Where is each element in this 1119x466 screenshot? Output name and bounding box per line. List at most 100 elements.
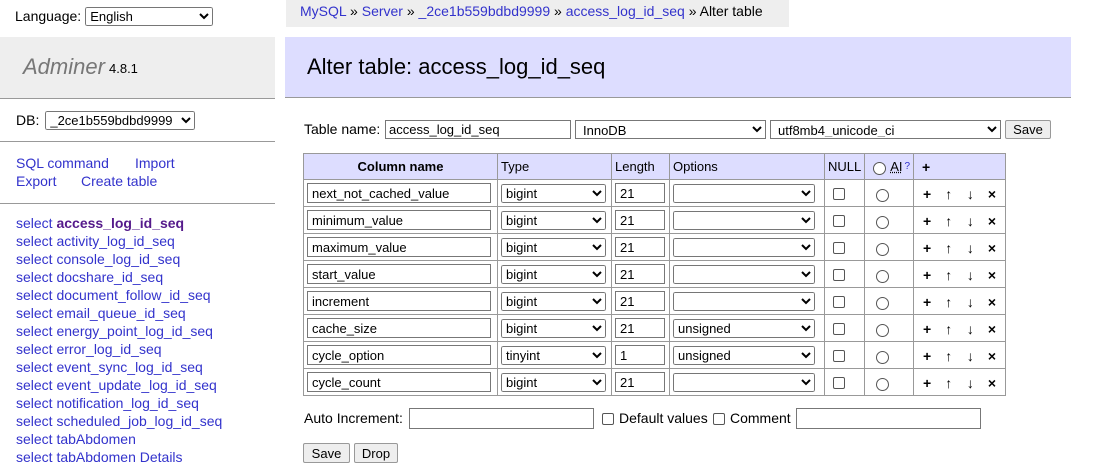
select-link[interactable]: select [16, 251, 53, 267]
table-link[interactable]: document_follow_id_seq [56, 287, 210, 303]
ai-radio[interactable] [876, 296, 890, 310]
ai-radio[interactable] [876, 188, 890, 202]
move-up-icon[interactable]: ↑ [940, 185, 958, 202]
column-length-input[interactable] [615, 318, 665, 338]
table-link[interactable]: tabAbdomen Details [56, 449, 182, 465]
table-link[interactable]: access_log_id_seq [56, 215, 184, 231]
null-checkbox[interactable] [833, 242, 845, 255]
breadcrumb-mysql[interactable]: MySQL [300, 3, 346, 19]
move-up-icon[interactable]: ↑ [940, 239, 958, 256]
move-down-icon[interactable]: ↓ [961, 347, 979, 364]
table-link[interactable]: activity_log_id_seq [56, 233, 174, 249]
create-table-link[interactable]: Create table [81, 173, 157, 189]
breadcrumb-db[interactable]: _2ce1b559bdbd9999 [419, 3, 551, 19]
column-name-input[interactable] [307, 237, 491, 257]
column-type-select[interactable]: bigint [501, 183, 606, 203]
export-link[interactable]: Export [16, 173, 56, 189]
column-type-select[interactable]: bigint [501, 291, 606, 311]
column-length-input[interactable] [615, 210, 665, 230]
table-link[interactable]: event_sync_log_id_seq [56, 359, 202, 375]
remove-row-icon[interactable]: × [983, 239, 1001, 256]
table-link[interactable]: event_update_log_id_seq [56, 377, 216, 393]
column-length-input[interactable] [615, 264, 665, 284]
ai-radio-none[interactable] [873, 161, 887, 175]
select-link[interactable]: select [16, 413, 53, 429]
breadcrumb-server[interactable]: Server [362, 3, 403, 19]
ai-radio[interactable] [876, 377, 890, 391]
select-link[interactable]: select [16, 431, 53, 447]
ai-radio[interactable] [876, 269, 890, 283]
null-checkbox[interactable] [833, 269, 845, 282]
table-link[interactable]: tabAbdomen [56, 431, 135, 447]
move-down-icon[interactable]: ↓ [961, 293, 979, 310]
table-link[interactable]: docshare_id_seq [56, 269, 163, 285]
column-options-select[interactable]: unsigned [673, 345, 815, 365]
remove-row-icon[interactable]: × [983, 347, 1001, 364]
move-up-icon[interactable]: ↑ [940, 374, 958, 391]
add-row-icon[interactable]: + [918, 293, 936, 310]
column-length-input[interactable] [615, 372, 665, 392]
db-select[interactable]: _2ce1b559bdbd9999 [45, 110, 196, 130]
column-name-input[interactable] [307, 210, 491, 230]
move-up-icon[interactable]: ↑ [940, 293, 958, 310]
ai-help-link[interactable]: ? [905, 161, 911, 172]
column-length-input[interactable] [615, 183, 665, 203]
select-link[interactable]: select [16, 323, 53, 339]
sql-command-link[interactable]: SQL command [16, 155, 109, 171]
add-row-icon[interactable]: + [918, 185, 936, 202]
column-options-select[interactable] [673, 291, 815, 311]
add-row-icon[interactable]: + [918, 320, 936, 337]
ai-radio[interactable] [876, 215, 890, 229]
move-up-icon[interactable]: ↑ [940, 320, 958, 337]
column-type-select[interactable]: bigint [501, 318, 606, 338]
table-link[interactable]: scheduled_job_log_id_seq [56, 413, 222, 429]
import-link[interactable]: Import [135, 155, 175, 171]
column-name-input[interactable] [307, 291, 491, 311]
column-type-select[interactable]: bigint [501, 210, 606, 230]
column-options-select[interactable] [673, 183, 815, 203]
column-options-select[interactable] [673, 264, 815, 284]
column-name-input[interactable] [307, 345, 491, 365]
comment-input[interactable] [796, 408, 981, 429]
save-button-top[interactable]: Save [1005, 120, 1051, 139]
null-checkbox[interactable] [833, 296, 845, 309]
add-row-icon[interactable]: + [918, 374, 936, 391]
default-values-checkbox[interactable] [602, 413, 614, 425]
move-down-icon[interactable]: ↓ [961, 266, 979, 283]
column-name-input[interactable] [307, 183, 491, 203]
column-type-select[interactable]: bigint [501, 264, 606, 284]
auto-increment-input[interactable] [409, 408, 594, 429]
null-checkbox[interactable] [833, 323, 845, 336]
null-checkbox[interactable] [833, 377, 845, 390]
column-name-input[interactable] [307, 318, 491, 338]
table-link[interactable]: energy_point_log_id_seq [56, 323, 212, 339]
remove-row-icon[interactable]: × [983, 320, 1001, 337]
move-up-icon[interactable]: ↑ [940, 266, 958, 283]
remove-row-icon[interactable]: × [983, 293, 1001, 310]
null-checkbox[interactable] [833, 215, 845, 228]
app-name[interactable]: Adminer [23, 54, 105, 80]
save-button[interactable]: Save [303, 443, 350, 463]
ai-radio[interactable] [876, 350, 890, 364]
add-row-icon[interactable]: + [918, 266, 936, 283]
add-row-icon[interactable]: + [918, 347, 936, 364]
table-link[interactable]: console_log_id_seq [56, 251, 180, 267]
column-type-select[interactable]: tinyint [501, 345, 606, 365]
move-up-icon[interactable]: ↑ [940, 212, 958, 229]
column-length-input[interactable] [615, 345, 665, 365]
drop-button[interactable]: Drop [354, 443, 398, 463]
remove-row-icon[interactable]: × [983, 212, 1001, 229]
add-column-icon[interactable]: + [917, 158, 935, 175]
move-down-icon[interactable]: ↓ [961, 212, 979, 229]
column-options-select[interactable] [673, 210, 815, 230]
move-up-icon[interactable]: ↑ [940, 347, 958, 364]
move-down-icon[interactable]: ↓ [961, 239, 979, 256]
null-checkbox[interactable] [833, 350, 845, 363]
table-link[interactable]: notification_log_id_seq [56, 395, 198, 411]
table-link[interactable]: error_log_id_seq [56, 341, 161, 357]
select-link[interactable]: select [16, 449, 53, 465]
add-row-icon[interactable]: + [918, 212, 936, 229]
collation-select[interactable]: utf8mb4_unicode_ci [770, 120, 1001, 139]
select-link[interactable]: select [16, 341, 53, 357]
ai-radio[interactable] [876, 242, 890, 256]
